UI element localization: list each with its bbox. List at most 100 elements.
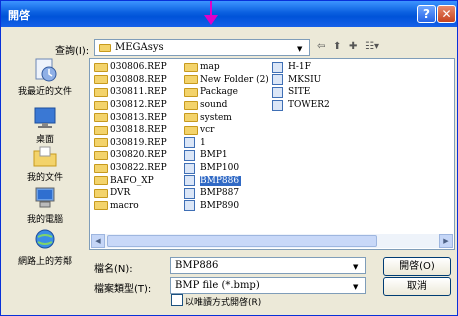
folder-icon xyxy=(94,100,108,110)
filetype-dropdown-button[interactable]: ▼ xyxy=(349,279,364,292)
file-name: macro xyxy=(110,200,139,211)
look-in-dropdown-button[interactable]: ▼ xyxy=(293,41,308,54)
bmp-file-icon xyxy=(184,187,195,199)
place-recent[interactable]: 我最近的文件 xyxy=(7,57,83,97)
folder-icon xyxy=(184,75,198,85)
bmp-file-icon xyxy=(184,175,195,187)
look-in-combo[interactable]: MEGAsys ▼ xyxy=(94,39,310,56)
file-list-item[interactable]: sound xyxy=(184,99,269,112)
close-button[interactable]: ✕ xyxy=(437,5,456,23)
recent-documents-icon xyxy=(32,57,58,83)
place-my-computer[interactable]: 我的電腦 xyxy=(7,185,83,225)
file-list-item[interactable]: MKSIU xyxy=(272,74,330,87)
file-list-item[interactable]: DVR xyxy=(94,187,167,200)
place-label: 我的電腦 xyxy=(26,215,63,225)
file-list-item[interactable]: TOWER2 xyxy=(272,99,330,112)
open-button[interactable]: 開啓(O) xyxy=(383,257,451,276)
place-network[interactable]: 網路上的芳鄰 xyxy=(7,227,83,267)
file-name: DVR xyxy=(110,188,131,199)
horizontal-scrollbar[interactable]: ◀ ▶ xyxy=(91,234,453,248)
file-column-3: H-1F MKSIU SITE TOWER2 xyxy=(272,61,330,111)
my-computer-icon xyxy=(32,185,58,211)
filetype-value: BMP file (*.bmp) xyxy=(175,280,260,291)
chevron-down-icon: ▼ xyxy=(297,45,303,53)
file-name: BMP100 xyxy=(200,163,240,174)
new-folder-icon[interactable]: ✚ xyxy=(349,41,357,52)
bmp-file-icon xyxy=(184,137,195,149)
my-documents-icon xyxy=(32,143,58,169)
file-name: SITE xyxy=(288,87,311,98)
place-desktop[interactable]: 桌面 xyxy=(7,105,83,145)
file-name: 030806.REP xyxy=(110,62,167,73)
readonly-label: 以唯讀方式開啓(R) xyxy=(185,298,262,308)
scroll-left-icon[interactable]: ◀ xyxy=(91,234,105,248)
file-list-item[interactable]: macro xyxy=(94,200,167,213)
file-list-item[interactable]: BAFO_XP xyxy=(94,174,167,187)
file-name: 030822.REP xyxy=(110,163,167,174)
file-list-item[interactable]: BMP887 xyxy=(184,187,269,200)
folder-icon xyxy=(94,163,108,173)
folder-icon xyxy=(94,87,108,97)
scroll-thumb[interactable] xyxy=(107,235,377,247)
file-list-item[interactable]: 030806.REP xyxy=(94,61,167,74)
file-name: 030811.REP xyxy=(110,87,167,98)
bmp-file-icon xyxy=(184,200,195,212)
file-list-item[interactable]: BMP890 xyxy=(184,200,269,213)
filename-dropdown-button[interactable]: ▼ xyxy=(349,259,364,272)
file-list-item[interactable]: 030819.REP xyxy=(94,137,167,150)
file-name: BMP890 xyxy=(200,200,240,211)
chevron-down-icon: ▼ xyxy=(353,263,359,271)
up-folder-icon[interactable]: ⬆ xyxy=(333,41,341,52)
folder-icon xyxy=(184,87,198,97)
file-name: TOWER2 xyxy=(288,100,330,111)
scroll-right-icon[interactable]: ▶ xyxy=(439,234,453,248)
help-button[interactable]: ? xyxy=(417,5,436,23)
folder-icon xyxy=(99,44,111,52)
file-list-item[interactable]: 1 xyxy=(184,137,269,150)
folder-icon xyxy=(94,201,108,211)
file-name: H-1F xyxy=(288,62,311,73)
folder-icon xyxy=(94,176,108,186)
folder-icon xyxy=(184,113,198,123)
readonly-checkbox[interactable] xyxy=(171,294,183,306)
view-menu-icon[interactable]: ☷▾ xyxy=(365,41,379,52)
file-list-item[interactable]: 030813.REP xyxy=(94,111,167,124)
folder-icon xyxy=(94,62,108,72)
file-list-item[interactable]: 030811.REP xyxy=(94,86,167,99)
file-list-item[interactable]: BMP100 xyxy=(184,162,269,175)
file-name: BMP887 xyxy=(200,188,240,199)
place-my-documents[interactable]: 我的文件 xyxy=(7,143,83,183)
file-list-item[interactable]: 030812.REP xyxy=(94,99,167,112)
place-label: 網路上的芳鄰 xyxy=(17,257,72,267)
file-list-item[interactable]: vcr xyxy=(184,124,269,137)
file-list-item[interactable]: 030808.REP xyxy=(94,74,167,87)
filename-combo[interactable]: BMP886 ▼ xyxy=(170,257,366,274)
file-list-item[interactable]: SITE xyxy=(272,86,330,99)
file-list-item[interactable]: map xyxy=(184,61,269,74)
folder-icon xyxy=(94,125,108,135)
file-list-item[interactable]: H-1F xyxy=(272,61,330,74)
file-list-item[interactable]: BMP1 xyxy=(184,149,269,162)
file-list-item[interactable]: 030820.REP xyxy=(94,149,167,162)
look-in-label: 查詢(I): xyxy=(55,46,90,57)
filename-input[interactable]: BMP886 xyxy=(175,260,218,271)
back-icon[interactable]: ⇦ xyxy=(317,41,325,52)
bmp-file-icon xyxy=(272,61,283,73)
file-name: New Folder (2) xyxy=(200,74,269,85)
file-list-item[interactable]: Package xyxy=(184,86,269,99)
file-list-item[interactable]: system xyxy=(184,111,269,124)
folder-icon xyxy=(184,125,198,135)
file-list-item[interactable]: BMP886 xyxy=(184,174,269,187)
bmp-file-icon xyxy=(184,149,195,161)
cancel-button[interactable]: 取消 xyxy=(383,277,451,296)
file-list[interactable]: 030806.REP 030808.REP 030811.REP 030812.REP… xyxy=(89,58,455,250)
file-list-item[interactable]: New Folder (2) xyxy=(184,74,269,87)
file-name: BMP1 xyxy=(200,150,228,161)
file-list-item[interactable]: 030818.REP xyxy=(94,124,167,137)
folder-icon xyxy=(94,75,108,85)
open-file-dialog: 開啓 ? ✕ 查詢(I): MEGAsys ▼ ⇦ ⬆ ✚ ☷▾ 我最近的文件 … xyxy=(0,0,458,316)
file-name: map xyxy=(200,62,220,73)
file-list-item[interactable]: 030822.REP xyxy=(94,162,167,175)
bmp-file-icon xyxy=(272,74,283,86)
filetype-select[interactable]: BMP file (*.bmp) ▼ xyxy=(170,277,366,294)
